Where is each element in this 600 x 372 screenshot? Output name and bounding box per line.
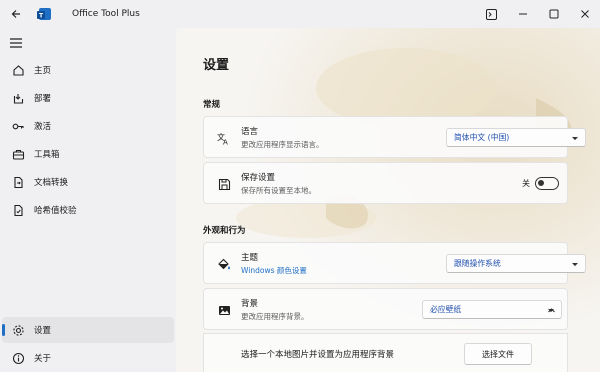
- back-arrow-icon: [11, 10, 20, 18]
- choose-file-button[interactable]: 选择文件: [464, 343, 532, 365]
- section-title-appearance: 外观和行为: [203, 226, 246, 236]
- maximize-icon: [549, 9, 558, 19]
- sidebar-item-label: 部署: [34, 94, 52, 104]
- background-local-text: 选择一个本地图片并设置为应用程序背景: [241, 350, 395, 360]
- terminal-button[interactable]: [476, 0, 507, 28]
- paint-bucket-icon: [216, 256, 232, 272]
- key-icon: [11, 119, 25, 133]
- sidebar-item-about[interactable]: 关于: [2, 345, 174, 371]
- sidebar-item-label: 激活: [34, 122, 52, 132]
- language-subtitle: 更改应用程序显示语言。: [241, 140, 324, 149]
- sidebar-item-label: 设置: [34, 326, 52, 336]
- gear-icon: [11, 323, 25, 337]
- translate-icon: 文A: [216, 130, 232, 146]
- sidebar-item-hash-check[interactable]: 哈希值校验: [2, 197, 174, 223]
- chevron-up-icon: [547, 307, 555, 312]
- sidebar-item-deploy[interactable]: 部署: [2, 85, 174, 111]
- language-title: 语言: [241, 127, 259, 137]
- sidebar-item-label: 哈希值校验: [34, 206, 77, 216]
- sidebar-item-label: 关于: [34, 354, 52, 364]
- language-card: 文A 语言 更改应用程序显示语言。 简体中文 (中国): [203, 116, 586, 158]
- close-button[interactable]: [569, 0, 600, 28]
- close-icon: [580, 10, 589, 18]
- sidebar-item-activate[interactable]: 激活: [2, 113, 174, 139]
- chevron-down-icon: [572, 262, 578, 267]
- maximize-button[interactable]: [538, 0, 569, 28]
- windows-color-settings-link[interactable]: Windows 颜色设置: [241, 265, 307, 276]
- hamburger-menu-icon[interactable]: [8, 36, 24, 50]
- theme-select-value: 跟随操作系统: [454, 259, 501, 268]
- background-title: 背景: [241, 299, 259, 309]
- svg-text:A: A: [223, 139, 228, 146]
- office-tool-plus-logo: T: [37, 8, 51, 20]
- image-icon: [216, 302, 232, 318]
- minimize-button[interactable]: [507, 0, 538, 28]
- save-settings-subtitle: 保存所有设置至本地。: [241, 186, 316, 195]
- settings-page: 设置 常规 文A 语言 更改应用程序显示语言。 简体中文 (中国) 保存设置 保…: [176, 28, 600, 372]
- minimize-icon: [518, 13, 527, 15]
- theme-title: 主题: [241, 253, 259, 263]
- deploy-icon: [11, 91, 25, 105]
- sidebar-item-home[interactable]: 主页: [2, 57, 174, 83]
- back-button[interactable]: [0, 0, 32, 28]
- home-icon: [11, 63, 25, 77]
- theme-select[interactable]: 跟随操作系统: [446, 254, 586, 273]
- info-icon: [11, 351, 25, 365]
- save-settings-title: 保存设置: [241, 173, 276, 183]
- sidebar-item-label: 主页: [34, 66, 52, 76]
- save-icon: [216, 176, 232, 192]
- page-title: 设置: [203, 58, 230, 73]
- hash-check-icon: [11, 203, 25, 217]
- active-indicator: [2, 324, 5, 336]
- sidebar-item-label: 工具箱: [34, 150, 60, 160]
- language-select[interactable]: 简体中文 (中国): [446, 128, 586, 147]
- save-settings-card: 保存设置 保存所有设置至本地。 关: [203, 162, 568, 204]
- title-bar: T Office Tool Plus: [0, 0, 600, 28]
- sidebar: 主页 部署 激活 工具箱 文档转换 哈希值校验 设置 关于: [0, 28, 176, 372]
- document-convert-icon: [11, 175, 25, 189]
- theme-card: 主题 Windows 颜色设置 跟随操作系统: [203, 242, 586, 284]
- background-card: 背景 更改应用程序背景。 必应壁纸: [203, 288, 568, 330]
- background-subtitle: 更改应用程序背景。: [241, 312, 309, 321]
- terminal-icon: [486, 8, 497, 20]
- collapse-button[interactable]: [543, 302, 559, 318]
- sidebar-item-settings[interactable]: 设置: [2, 317, 174, 343]
- toolbox-icon: [11, 147, 25, 161]
- app-title: Office Tool Plus: [72, 9, 140, 19]
- chevron-down-icon: [572, 136, 578, 141]
- sidebar-item-document-convert[interactable]: 文档转换: [2, 169, 174, 195]
- sidebar-item-toolbox[interactable]: 工具箱: [2, 141, 174, 167]
- background-local-panel: 选择一个本地图片并设置为应用程序背景 选择文件: [203, 333, 568, 372]
- background-select-value: 必应壁纸: [430, 305, 462, 314]
- section-title-general: 常规: [203, 100, 221, 110]
- sidebar-item-label: 文档转换: [34, 178, 69, 188]
- language-select-value: 简体中文 (中国): [454, 133, 510, 142]
- toggle-knob: [538, 180, 544, 186]
- save-settings-state: 关: [522, 179, 530, 188]
- background-select[interactable]: 必应壁纸: [422, 300, 562, 319]
- save-settings-toggle[interactable]: [535, 177, 559, 190]
